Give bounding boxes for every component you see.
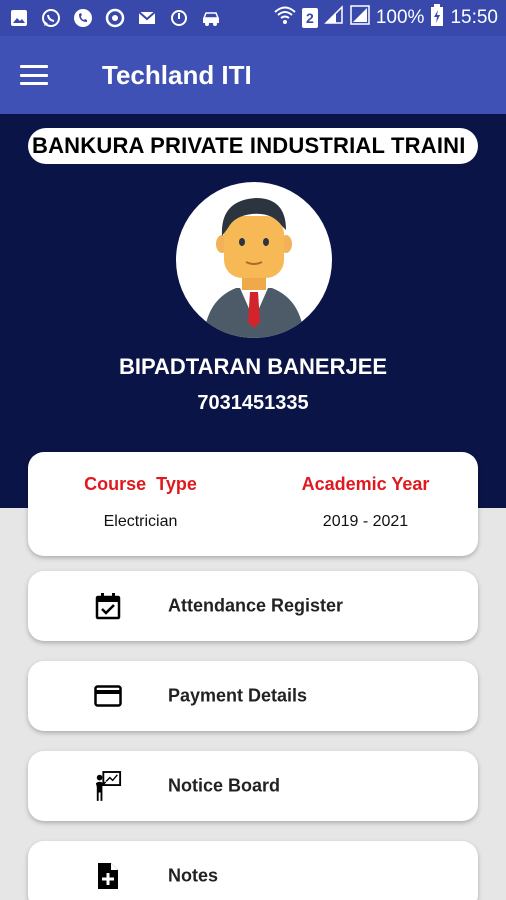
profile-header: BANKURA PRIVATE INDUSTRIAL TRAINI BIPADT… — [0, 114, 506, 508]
clock: 15:50 — [450, 7, 498, 28]
phone-icon — [72, 7, 94, 29]
menu-item-notice-board[interactable]: Notice Board — [28, 751, 478, 821]
image-icon — [8, 7, 30, 29]
course-type-value: Electrician — [103, 513, 178, 530]
whatsapp-icon — [40, 7, 62, 29]
student-phone: 7031451335 — [197, 392, 309, 414]
course-type-label: Course Type — [84, 474, 197, 494]
menu-item-payment-details[interactable]: Payment Details — [28, 661, 478, 731]
presentation-board-icon — [94, 771, 122, 801]
businessman-avatar-icon — [176, 182, 332, 338]
institute-name: BANKURA PRIVATE INDUSTRIAL TRAINI — [32, 133, 466, 158]
signal-icon — [324, 5, 344, 31]
sync-icon — [168, 7, 190, 29]
system-status: 2 100% 15:50 — [274, 4, 498, 32]
academic-year-value: 2019 - 2021 — [322, 513, 409, 530]
mail-icon — [136, 7, 158, 29]
calendar-check-icon — [94, 592, 122, 620]
course-type-section: Course Type Electrician — [28, 452, 253, 531]
notification-icons — [8, 7, 222, 29]
status-bar: 2 100% 15:50 — [0, 0, 506, 36]
academic-year-label: Academic Year — [301, 474, 430, 494]
battery-percent: 100% — [375, 7, 425, 28]
note-add-icon — [94, 862, 122, 890]
hamburger-icon[interactable] — [20, 65, 48, 85]
credit-card-icon — [94, 682, 122, 710]
menu-item-label: Notes — [168, 865, 219, 886]
sim-number: 2 — [305, 10, 314, 26]
menu-item-notes[interactable]: Notes — [28, 841, 478, 900]
menu-item-label: Payment Details — [168, 685, 308, 706]
car-icon — [200, 7, 222, 29]
academic-year-section: Academic Year 2019 - 2021 — [253, 452, 478, 531]
institute-marquee: BANKURA PRIVATE INDUSTRIAL TRAINI — [28, 128, 478, 164]
chrome-icon — [104, 7, 126, 29]
wifi-icon — [274, 5, 296, 31]
menu-item-label: Notice Board — [168, 775, 281, 796]
menu-item-attendance-register[interactable]: Attendance Register — [28, 571, 478, 641]
app-bar: Techland ITI — [0, 36, 506, 114]
menu-item-label: Attendance Register — [168, 595, 344, 616]
signal-icon-2 — [350, 5, 370, 31]
battery-icon — [430, 4, 444, 32]
student-name: BIPADTARAN BANERJEE — [118, 354, 388, 379]
sim2-icon: 2 — [301, 8, 318, 28]
course-info-card: Course Type Electrician Academic Year 20… — [28, 452, 478, 556]
app-title: Techland ITI — [102, 59, 252, 90]
